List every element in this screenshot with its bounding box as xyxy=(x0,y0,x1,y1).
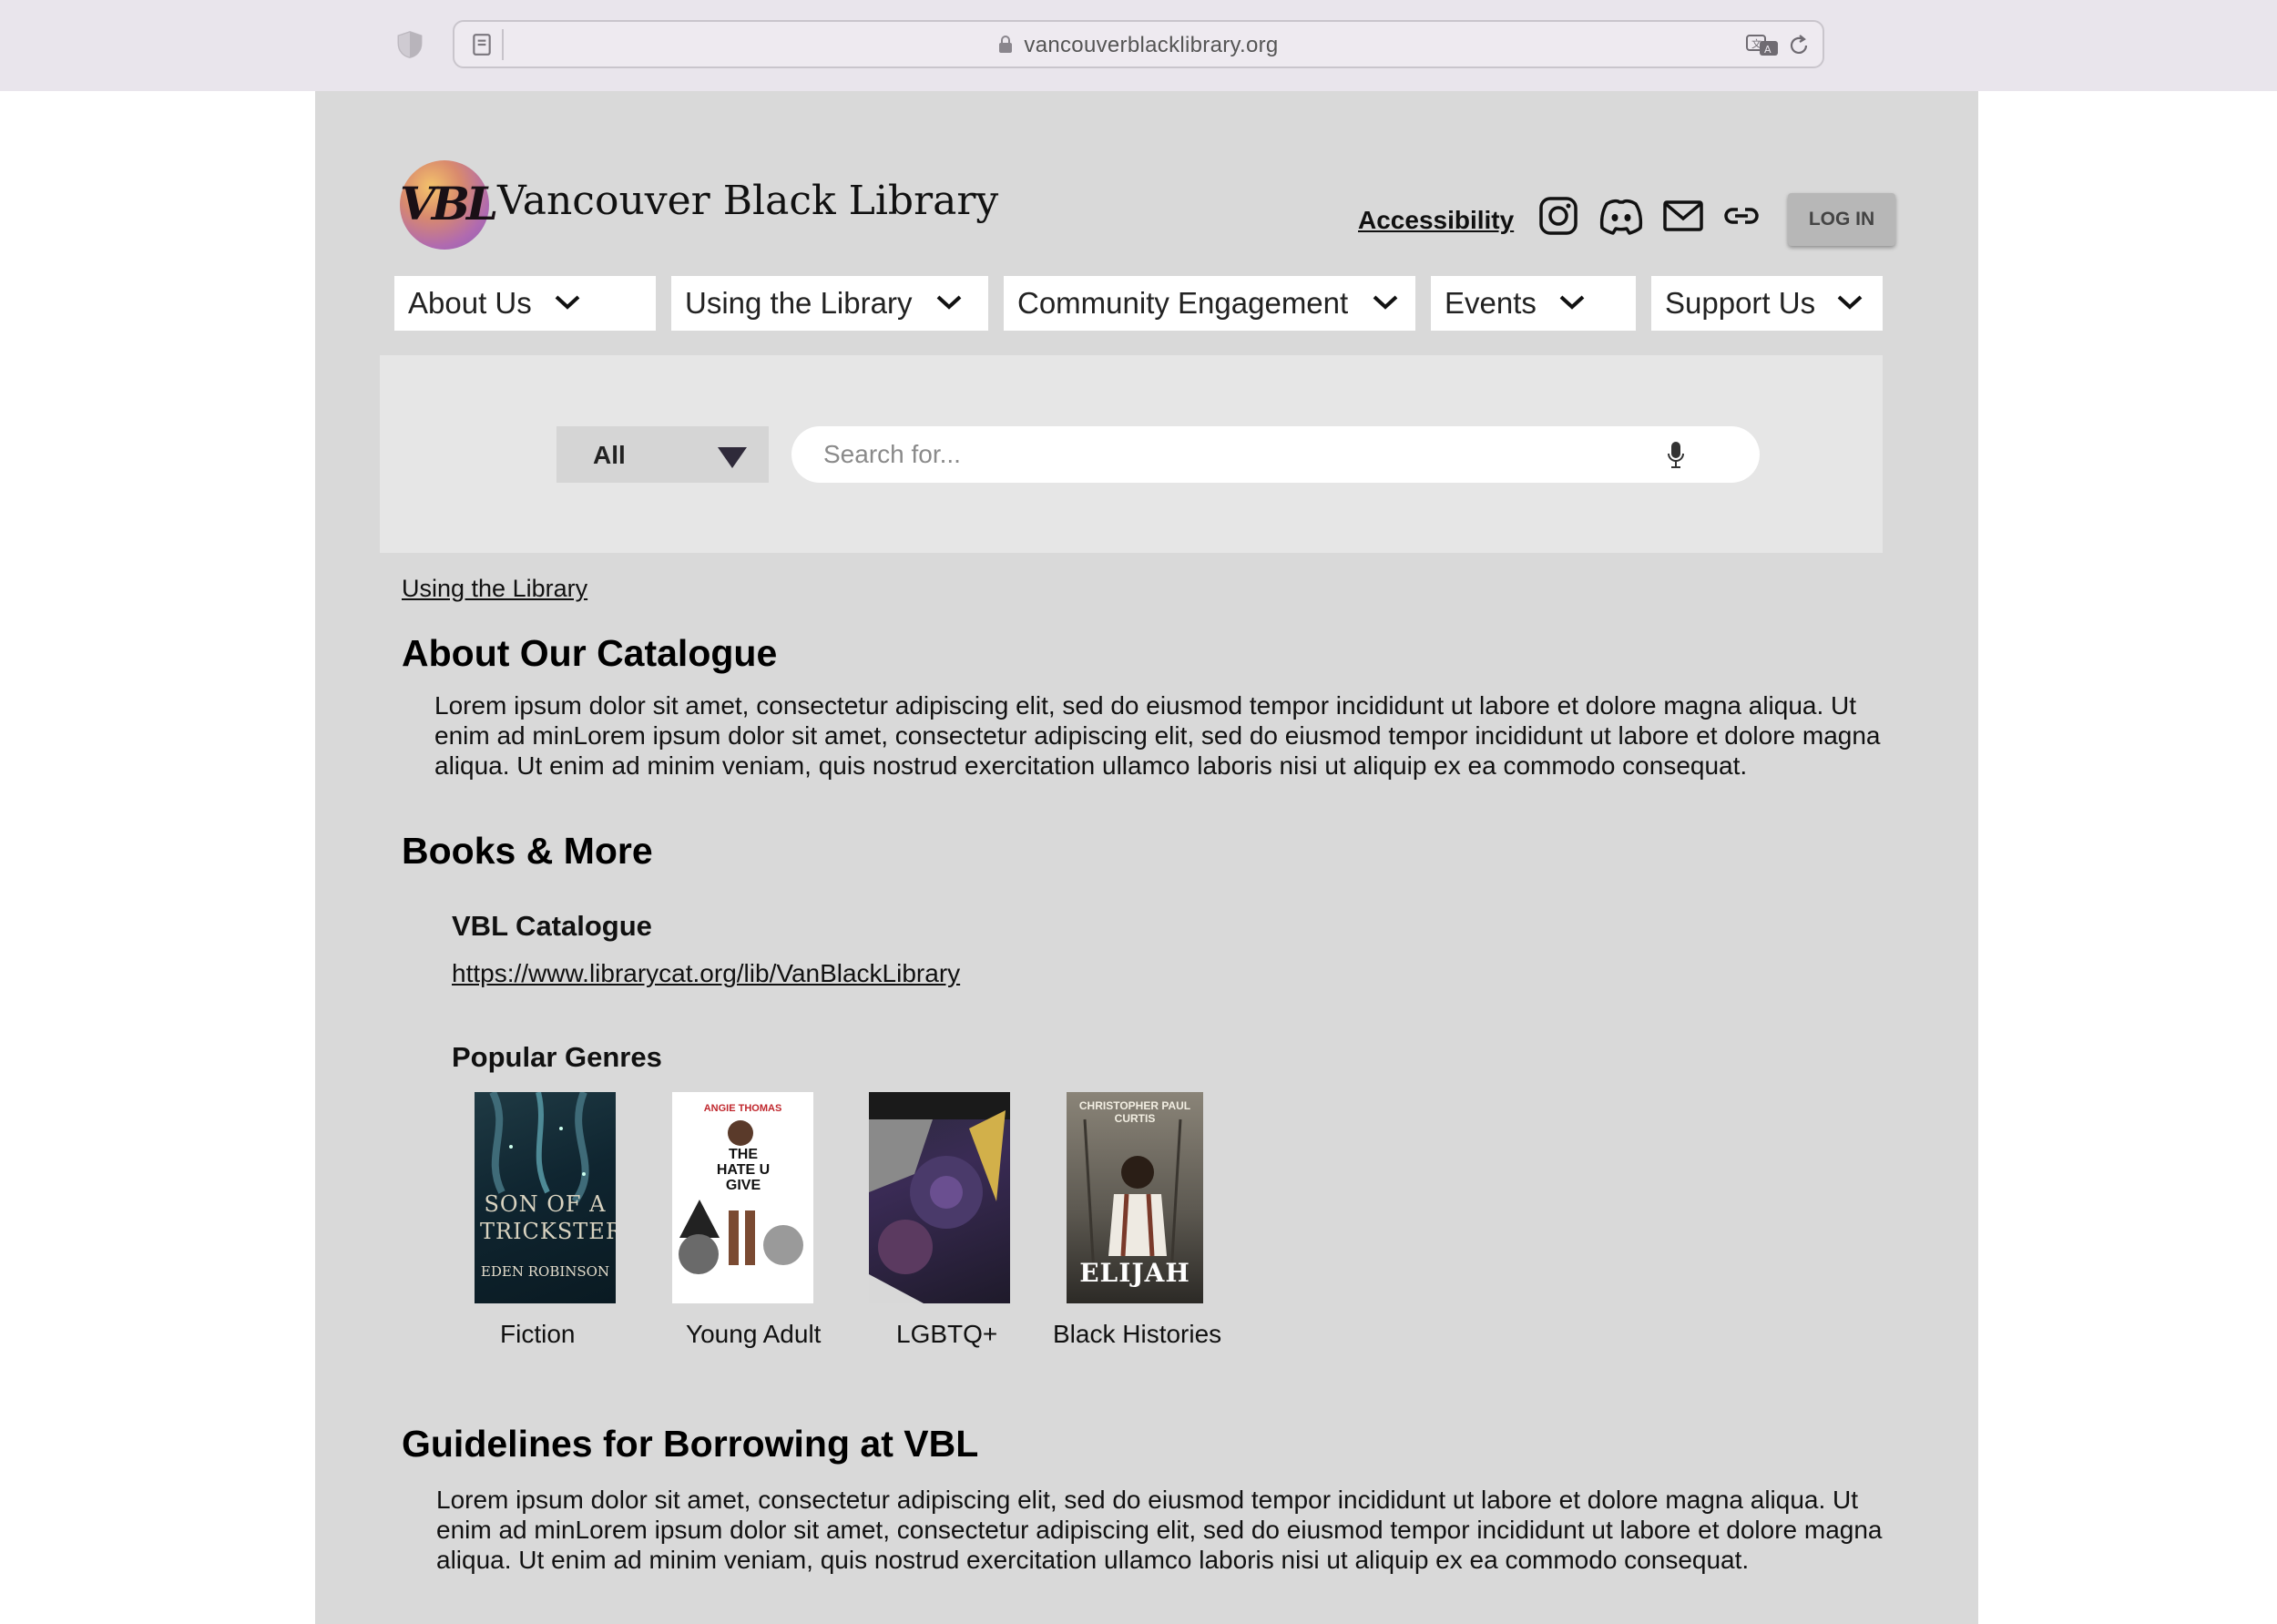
accessibility-link[interactable]: Accessibility xyxy=(1358,206,1514,235)
svg-text:文: 文 xyxy=(1751,37,1761,50)
about-catalogue-body: Lorem ipsum dolor sit amet, consectetur … xyxy=(434,691,1881,780)
nav-label: Support Us xyxy=(1665,286,1816,320)
genre-label[interactable]: Fiction xyxy=(500,1320,575,1349)
genre-card-young-adult[interactable]: ANGIE THOMAS THE HATE U GIVE Young Adult xyxy=(672,1092,821,1348)
book-cover-lgbtq[interactable] xyxy=(869,1092,1010,1303)
nav-events[interactable]: Events xyxy=(1431,276,1636,331)
privacy-shield-icon[interactable] xyxy=(394,29,425,60)
chevron-down-icon xyxy=(1559,295,1585,310)
reload-icon[interactable] xyxy=(1786,33,1812,58)
genre-label[interactable]: Black Histories xyxy=(1053,1320,1221,1349)
svg-text:A: A xyxy=(1764,44,1772,56)
book-cover-black-histories[interactable]: CHRISTOPHER PAUL CURTIS ELIJAH xyxy=(1067,1092,1203,1303)
nav-label: Community Engagement xyxy=(1017,286,1349,320)
link-icon[interactable] xyxy=(1723,195,1760,237)
microphone-icon[interactable] xyxy=(1667,441,1685,470)
vbl-catalogue-heading: VBL Catalogue xyxy=(452,910,652,942)
cover-title: SON OF A TRICKSTER xyxy=(480,1191,616,1244)
logo-text: VBL xyxy=(400,177,498,230)
search-input[interactable] xyxy=(791,426,1760,483)
guidelines-heading: Guidelines for Borrowing at VBL xyxy=(402,1423,979,1465)
cover-title: ELIJAH xyxy=(1079,1258,1190,1288)
discord-icon[interactable] xyxy=(1598,195,1645,237)
nav-about-us[interactable]: About Us xyxy=(394,276,656,331)
chevron-down-icon xyxy=(1373,295,1398,310)
browser-toolbar: vancouverblacklibrary.org 文 A xyxy=(0,0,2277,91)
lock-icon xyxy=(999,36,1013,53)
scope-selected-value: All xyxy=(593,441,626,469)
vbl-logo[interactable]: VBL xyxy=(400,160,498,250)
genre-label[interactable]: LGBTQ+ xyxy=(896,1320,997,1349)
book-cover-young-adult[interactable]: ANGIE THOMAS THE HATE U GIVE xyxy=(672,1092,813,1303)
translate-icon[interactable]: 文 A xyxy=(1746,33,1781,58)
books-more-heading: Books & More xyxy=(402,830,653,872)
dropdown-triangle-icon xyxy=(718,447,747,468)
nav-label: Events xyxy=(1445,286,1537,320)
genre-label[interactable]: Young Adult xyxy=(686,1320,821,1349)
about-catalogue-heading: About Our Catalogue xyxy=(402,632,778,674)
instagram-icon[interactable] xyxy=(1537,195,1579,237)
genre-card-lgbtq[interactable]: LGBTQ+ xyxy=(869,1092,1010,1348)
search-panel: All xyxy=(380,355,1883,553)
breadcrumb[interactable]: Using the Library xyxy=(402,575,587,603)
book-cover-fiction[interactable]: SON OF A TRICKSTER EDEN ROBINSON xyxy=(475,1092,616,1303)
url-display[interactable]: vancouverblacklibrary.org xyxy=(454,33,1823,58)
nav-using-the-library[interactable]: Using the Library xyxy=(671,276,988,331)
url-text: vancouverblacklibrary.org xyxy=(1024,33,1279,57)
nav-label: Using the Library xyxy=(685,286,913,320)
cover-art-figure xyxy=(679,1120,803,1274)
chevron-down-icon xyxy=(936,295,962,310)
popular-genres-heading: Popular Genres xyxy=(452,1041,662,1073)
site-title[interactable]: Vancouver Black Library xyxy=(497,178,998,224)
nav-community-engagement[interactable]: Community Engagement xyxy=(1004,276,1415,331)
cover-art-abstract xyxy=(869,1092,1010,1303)
cover-title: THE HATE U GIVE xyxy=(716,1147,771,1193)
nav-support-us[interactable]: Support Us xyxy=(1651,276,1883,331)
guidelines-body: Lorem ipsum dolor sit amet, consectetur … xyxy=(436,1486,1883,1574)
mail-icon[interactable] xyxy=(1662,195,1704,237)
login-button[interactable]: LOG IN xyxy=(1788,193,1895,246)
search-scope-select[interactable]: All xyxy=(556,426,769,483)
catalogue-link[interactable]: https://www.librarycat.org/lib/VanBlackL… xyxy=(452,959,960,988)
cover-author: EDEN ROBINSON xyxy=(480,1263,610,1280)
genre-card-black-histories[interactable]: CHRISTOPHER PAUL CURTIS ELIJAH Black His… xyxy=(1053,1092,1221,1348)
address-bar[interactable]: vancouverblacklibrary.org 文 A xyxy=(453,20,1824,68)
chevron-down-icon xyxy=(1837,295,1863,310)
page-container: VBL Vancouver Black Library Accessibilit… xyxy=(315,91,1978,1624)
nav-label: About Us xyxy=(408,286,532,320)
chevron-down-icon xyxy=(555,295,580,310)
genre-card-fiction[interactable]: SON OF A TRICKSTER EDEN ROBINSON Fiction xyxy=(475,1092,616,1348)
